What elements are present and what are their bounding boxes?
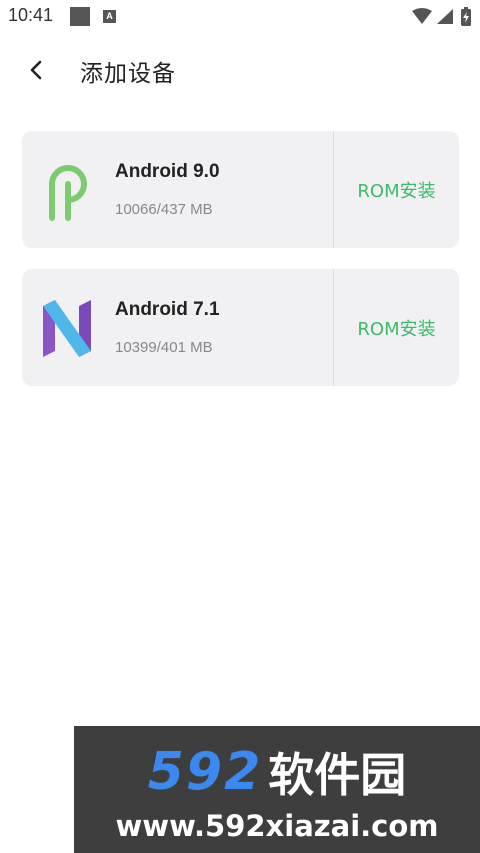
device-meta: 10399/401 MB [115,339,213,356]
page-title: 添加设备 [80,61,176,87]
device-meta: 10066/437 MB [115,201,213,218]
device-card-android-7[interactable]: Android 7.1 10399/401 MB ROM安装 [22,269,459,386]
watermark-banner: 592 软件园 www.592xiazai.com [74,726,480,853]
rom-install-button[interactable]: ROM安装 [334,269,459,386]
android-n-logo-icon [43,300,91,357]
status-bar: 10:41 A [0,0,480,32]
android-p-logo-icon [49,165,87,221]
status-time: 10:41 [8,5,54,25]
device-name: Android 9.0 [115,161,220,182]
device-name: Android 7.1 [115,299,220,320]
battery-charging-icon [461,7,471,26]
watermark-logo: 592 软件园 [74,740,480,804]
chevron-left-icon [30,60,42,80]
device-card-android-9[interactable]: Android 9.0 10066/437 MB ROM安装 [22,131,459,248]
watermark-name: 软件园 [268,748,407,802]
device-list: Android 9.0 10066/437 MB ROM安装 Android 7… [22,131,459,407]
signal-icon [437,9,453,24]
a-icon: A [103,10,116,23]
status-icons [410,7,472,27]
app-header: 添加设备 [0,40,480,100]
back-button[interactable] [18,52,54,88]
rom-install-button[interactable]: ROM安装 [334,131,459,248]
notification-square-icon [70,7,90,26]
watermark-url: www.592xiazai.com [115,809,439,843]
watermark-number: 592 [147,742,263,802]
wifi-icon [412,8,432,24]
